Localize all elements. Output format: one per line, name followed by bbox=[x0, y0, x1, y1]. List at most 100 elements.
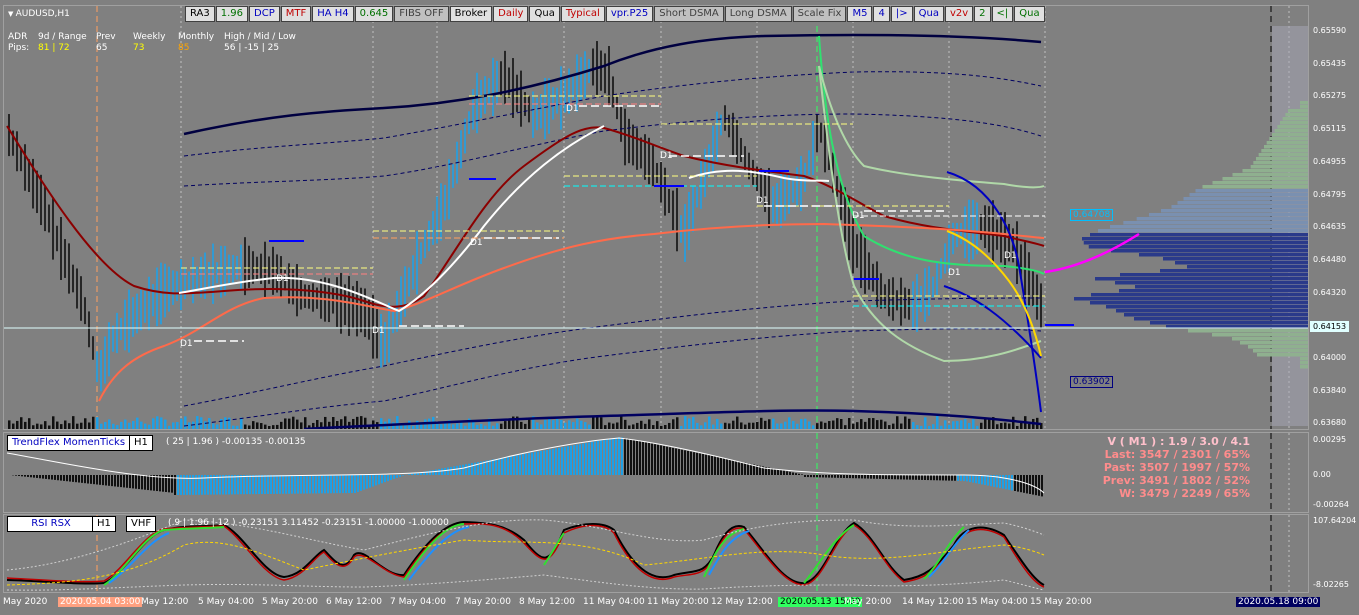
volume-bar bbox=[844, 425, 847, 429]
main-chart-pane[interactable]: ▼ AUDUSD,H1 ADR 9d / Range Prev Weekly Month… bbox=[3, 5, 1309, 430]
volume-profile-bar bbox=[1119, 289, 1308, 293]
toolbar-button[interactable]: DCP bbox=[249, 6, 280, 22]
trendflex-bar bbox=[669, 447, 671, 475]
volume-bar bbox=[136, 417, 139, 429]
volume-bar bbox=[760, 417, 763, 429]
volume-bar bbox=[148, 424, 151, 429]
trendflex-bar bbox=[54, 475, 56, 480]
rsi-pane[interactable]: RSI RSX H1 VHF ( 9 | 1.96 | 12 ) -0.2315… bbox=[3, 514, 1309, 593]
toolbar-button[interactable]: Qua bbox=[1014, 6, 1045, 22]
trendflex-bar bbox=[93, 475, 95, 485]
trendflex-bar bbox=[138, 475, 140, 490]
trendflex-bar bbox=[690, 451, 692, 475]
toolbar-button[interactable]: |> bbox=[890, 6, 913, 22]
toolbar-button[interactable]: vpr.P25 bbox=[605, 6, 654, 22]
volume-bar bbox=[292, 416, 295, 429]
volume-profile-bar bbox=[1264, 145, 1308, 149]
toolbar-button[interactable]: FIBS OFF bbox=[394, 6, 449, 22]
trendflex-title[interactable]: TrendFlex MomenTicks bbox=[7, 435, 131, 451]
volume-bar bbox=[520, 421, 523, 429]
volume-bar bbox=[668, 422, 671, 429]
volume-bar bbox=[216, 424, 219, 429]
candles bbox=[8, 41, 1043, 429]
toolbar-button[interactable]: Short DSMA bbox=[654, 6, 724, 22]
volume-bar bbox=[124, 419, 127, 429]
trendflex-bar bbox=[840, 475, 842, 478]
volume-bar bbox=[872, 418, 875, 429]
toolbar-button[interactable]: 2 bbox=[974, 6, 991, 22]
volume-bar bbox=[764, 420, 767, 429]
trendflex-bar bbox=[69, 475, 71, 482]
adr-col-value: 73 bbox=[133, 43, 145, 53]
volume-bar bbox=[160, 417, 163, 429]
trendflex-bar bbox=[24, 475, 26, 477]
trendflex-bar bbox=[921, 475, 923, 480]
toolbar-button[interactable]: 1.96 bbox=[215, 6, 249, 22]
trendflex-bar bbox=[336, 475, 338, 494]
trendflex-bar bbox=[963, 475, 965, 481]
volume-bar bbox=[608, 422, 611, 429]
d1-tag: D1 bbox=[372, 326, 385, 336]
volume-profile-bar bbox=[1120, 273, 1308, 277]
trendflex-timeframe[interactable]: H1 bbox=[129, 435, 153, 451]
trendflex-bar bbox=[87, 475, 89, 484]
volume-bar bbox=[56, 421, 59, 429]
toolbar-button[interactable]: Daily bbox=[493, 6, 529, 22]
toolbar-button[interactable]: M5 bbox=[847, 6, 873, 22]
toolbar-button[interactable]: 4 bbox=[873, 6, 890, 22]
toolbar-button[interactable]: HA H4 bbox=[312, 6, 354, 22]
trendflex-bar bbox=[672, 447, 674, 475]
trendflex-bar bbox=[915, 475, 917, 480]
toolbar-button[interactable]: Qua bbox=[913, 6, 944, 22]
toolbar-button[interactable]: Typical bbox=[560, 6, 605, 22]
volume-bar bbox=[696, 422, 699, 429]
rsi-title[interactable]: RSI RSX bbox=[7, 516, 95, 532]
trendflex-bar bbox=[522, 454, 524, 475]
rsi-mode[interactable]: VHF bbox=[126, 516, 157, 532]
volume-bar bbox=[672, 419, 675, 429]
trendflex-bar bbox=[879, 475, 881, 479]
volume-bar bbox=[156, 416, 159, 429]
volume-bar bbox=[48, 425, 51, 429]
volume-bar bbox=[732, 420, 735, 429]
volume-bar bbox=[980, 422, 983, 429]
toolbar-button[interactable]: <| bbox=[991, 6, 1014, 22]
trendflex-pane[interactable]: TrendFlex MomenTicks H1 ( 25 | 1.96 ) -0… bbox=[3, 432, 1309, 513]
trendflex-bar bbox=[903, 475, 905, 480]
toolbar-button[interactable]: MTF bbox=[280, 6, 312, 22]
volume-profile-bar bbox=[1282, 117, 1308, 121]
rsi-timeframe[interactable]: H1 bbox=[92, 516, 116, 532]
toolbar-button[interactable]: v2v bbox=[944, 6, 974, 22]
trendflex-bar bbox=[1014, 475, 1016, 491]
volume-bar bbox=[1028, 423, 1031, 429]
volume-bar bbox=[208, 418, 211, 429]
volume-bar bbox=[924, 417, 927, 429]
volume-bar bbox=[260, 423, 263, 429]
toolbar-button[interactable]: 0.645 bbox=[354, 6, 394, 22]
volume-bar bbox=[584, 422, 587, 429]
volume-bar bbox=[840, 418, 843, 429]
stats-row: Past: 3507 / 1997 / 57% bbox=[1103, 461, 1250, 474]
trendflex-bar bbox=[492, 459, 494, 475]
trendflex-bar bbox=[561, 447, 563, 475]
trendflex-bar bbox=[1011, 475, 1013, 491]
trendflex-bar bbox=[453, 466, 455, 475]
trendflex-bar bbox=[693, 452, 695, 475]
toolbar-button[interactable]: Qua bbox=[529, 6, 560, 22]
trendflex-bar bbox=[927, 475, 929, 481]
trendflex-bar bbox=[321, 475, 323, 494]
volume-bar bbox=[568, 420, 571, 429]
volume-bar bbox=[740, 422, 743, 429]
time-axis-label: 2020.05.04 03:00 bbox=[58, 597, 143, 607]
toolbar-button[interactable]: Long DSMA bbox=[724, 6, 792, 22]
trendflex-bar bbox=[441, 468, 443, 475]
volume-bar bbox=[972, 419, 975, 429]
trendflex-bar bbox=[378, 475, 380, 485]
trendflex-bar bbox=[564, 446, 566, 475]
trendflex-bar bbox=[435, 469, 437, 475]
toolbar-button[interactable]: RA3 bbox=[185, 6, 215, 22]
toolbar-button[interactable]: Scale Fix bbox=[792, 6, 847, 22]
trendflex-bar bbox=[864, 475, 866, 479]
volume-bar bbox=[604, 425, 607, 429]
toolbar-button[interactable]: Broker bbox=[449, 6, 493, 22]
